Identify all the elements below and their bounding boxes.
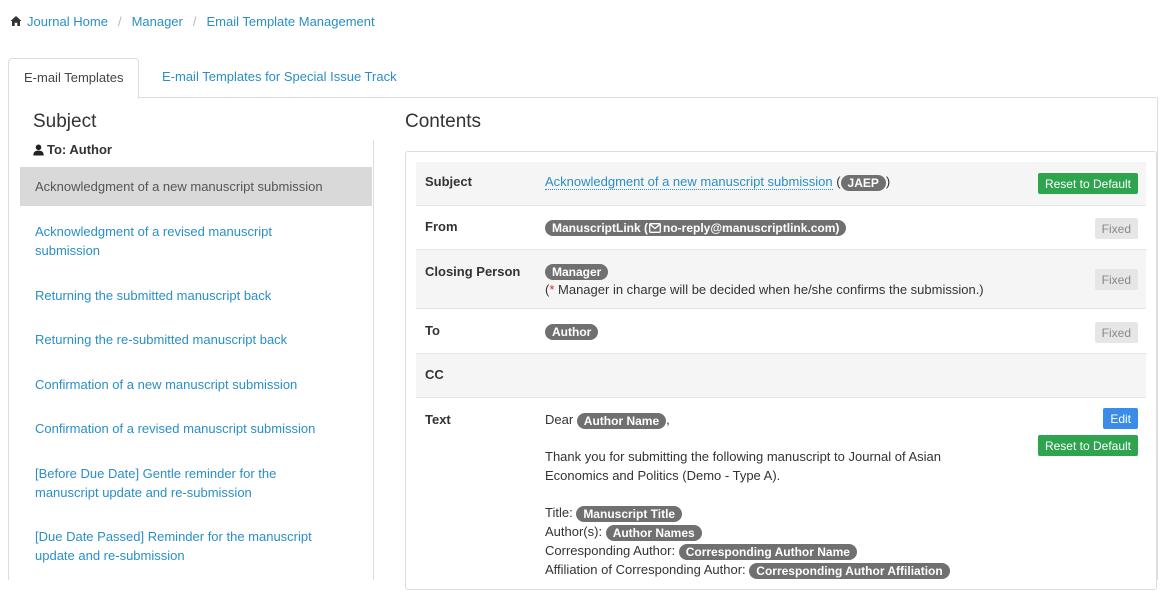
breadcrumb-journal-home[interactable]: Journal Home [27, 14, 108, 29]
tab-email-templates-special-issue[interactable]: E-mail Templates for Special Issue Track [147, 58, 412, 98]
template-item[interactable]: Acknowledgment of a revised manuscript s… [20, 222, 320, 260]
user-icon [33, 144, 44, 156]
template-item[interactable]: Confirmation of a revised manuscript sub… [20, 419, 372, 438]
subject-row: Subject Acknowledgment of a new manuscri… [416, 162, 1146, 206]
manuscript-title-badge: Manuscript Title [576, 505, 683, 522]
subject-value: Acknowledgment of a new manuscript submi… [545, 172, 1016, 191]
cc-label: CC [425, 367, 444, 382]
subject-label: Subject [425, 174, 472, 189]
contents-column: Contents Subject Acknowledgment of a new… [405, 98, 1157, 590]
field-line: Title: Manuscript Title [545, 503, 986, 522]
template-item[interactable]: Acknowledgment of a new manuscript submi… [20, 167, 372, 206]
contents-table: Subject Acknowledgment of a new manuscri… [405, 151, 1157, 590]
corresponding-author-affiliation-badge: Corresponding Author Affiliation [749, 562, 950, 579]
from-email: no-reply@manuscriptlink.com) [663, 220, 840, 235]
breadcrumb-email-template-management[interactable]: Email Template Management [207, 14, 375, 29]
subject-close-paren: ) [885, 174, 891, 189]
closing-person-row: Closing Person Manager (* Manager in cha… [416, 250, 1146, 309]
greeting-dear: Dear [545, 412, 577, 427]
to-author-text: To: Author [47, 142, 112, 157]
breadcrumb-manager[interactable]: Manager [132, 14, 183, 29]
greeting-line: Dear Author Name, [545, 410, 986, 429]
from-row: From ManuscriptLink ( no-reply@manuscript… [416, 206, 1146, 250]
to-author-label: To: Author [33, 142, 112, 157]
from-fixed-button: Fixed [1094, 218, 1138, 239]
field-label: Affiliation of Corresponding Author: [545, 562, 750, 577]
tab-email-templates[interactable]: E-mail Templates [8, 58, 140, 99]
cc-row: CC [416, 354, 1146, 398]
field-line: Author(s): Author Names [545, 522, 986, 541]
text-reset-button[interactable]: Reset to Default [1037, 435, 1138, 456]
home-icon [10, 15, 22, 27]
template-subject-column: Subject To: Author Acknowledgment of a n… [20, 98, 372, 580]
breadcrumb-separator: / [192, 13, 197, 29]
column-divider [373, 140, 374, 580]
to-label: To [425, 323, 440, 338]
from-label: From [425, 219, 458, 234]
manager-badge: Manager [545, 263, 609, 280]
from-name: ManuscriptLink ( [552, 220, 649, 235]
closing-person-value: Manager (* Manager in charge will be dec… [545, 261, 1026, 299]
closing-fixed-button: Fixed [1094, 269, 1138, 290]
field-label: Title: [545, 505, 577, 520]
breadcrumb: Journal Home / Manager / Email Template … [10, 12, 375, 30]
corresponding-author-name-badge: Corresponding Author Name [678, 543, 857, 560]
text-label: Text [425, 412, 451, 427]
field-label: Corresponding Author: [545, 543, 679, 558]
template-item[interactable]: Confirmation of a new manuscript submiss… [20, 375, 372, 394]
to-value: Author [545, 321, 1016, 340]
text-edit-button[interactable]: Edit [1103, 408, 1138, 429]
closing-person-label: Closing Person [425, 264, 521, 279]
body-paragraph: Thank you for submitting the following m… [545, 449, 941, 483]
subject-open-paren: ( [832, 174, 841, 189]
email-body: Dear Author Name, Thank you for submitti… [545, 410, 986, 579]
from-value: ManuscriptLink ( no-reply@manuscriptlink.… [545, 217, 1016, 236]
journal-badge: JAEP [840, 174, 886, 191]
template-item[interactable]: [Before Due Date] Gentle reminder for th… [20, 464, 340, 502]
contents-heading: Contents [405, 111, 482, 132]
tab-panel: Subject To: Author Acknowledgment of a n… [8, 98, 1158, 590]
subject-heading: Subject [33, 111, 97, 132]
template-item[interactable]: Returning the re-submitted manuscript ba… [20, 330, 372, 349]
author-badge: Author [545, 323, 599, 340]
template-item[interactable]: [Due Date Passed] Reminder for the manus… [20, 527, 340, 565]
text-row: Text Dear Author Name, Thank you for sub… [416, 398, 1146, 598]
greeting-comma: , [666, 412, 670, 427]
field-line: Corresponding Author: Corresponding Auth… [545, 541, 986, 560]
author-name-badge: Author Name [576, 412, 667, 429]
field-line: Affiliation of Corresponding Author: Cor… [545, 560, 986, 579]
author-names-badge: Author Names [605, 524, 702, 541]
to-fixed-button: Fixed [1094, 322, 1138, 343]
breadcrumb-separator: / [117, 13, 122, 29]
tab-bar: E-mail Templates E-mail Templates for Sp… [8, 58, 1158, 99]
closing-note-text: Manager in charge will be decided when h… [554, 282, 984, 297]
from-badge: ManuscriptLink ( no-reply@manuscriptlink.… [545, 219, 847, 236]
envelope-icon [649, 222, 661, 233]
subject-reset-button[interactable]: Reset to Default [1037, 173, 1138, 194]
template-item[interactable]: Returning the submitted manuscript back [20, 286, 372, 305]
to-row: To Author Fixed [416, 309, 1146, 354]
field-label: Author(s): [545, 524, 606, 539]
subject-link[interactable]: Acknowledgment of a new manuscript submi… [545, 174, 833, 190]
